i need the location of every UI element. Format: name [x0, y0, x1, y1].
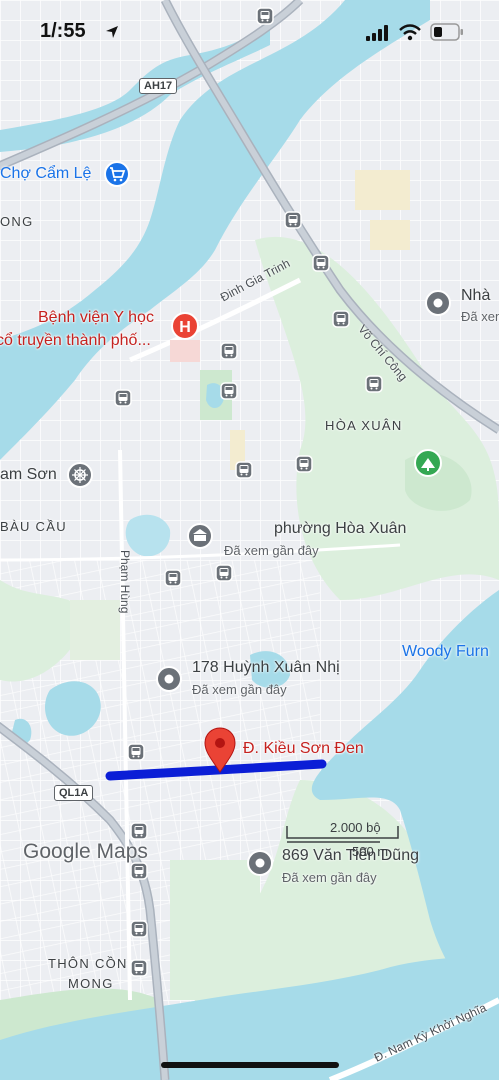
svg-text:H: H	[179, 319, 191, 336]
bus-stop-icon[interactable]	[220, 382, 238, 400]
poi-label-hospital-line1[interactable]: Bệnh viện Y học	[38, 307, 154, 329]
place-pin-icon[interactable]	[425, 290, 451, 316]
park-area	[170, 860, 260, 1000]
bus-stop-icon[interactable]	[127, 743, 145, 761]
battery-icon	[430, 23, 463, 41]
area-label-thon-con-2: MONG	[68, 976, 114, 991]
bus-stop-icon[interactable]	[130, 959, 148, 977]
bus-stop-icon[interactable]	[130, 862, 148, 880]
bus-stop-icon[interactable]	[130, 920, 148, 938]
poi-sub-phuong-hoa-xuan: Đã xem gần đây	[224, 543, 319, 558]
google-maps-logo: Google Maps	[23, 840, 148, 863]
highway-shield-ql1a: QL1A	[54, 785, 94, 801]
poi-label-huynh-xuan-nhi[interactable]: 178 Huỳnh Xuân Nhị	[192, 659, 340, 677]
bus-stop-icon[interactable]	[220, 342, 238, 360]
bus-stop-icon[interactable]	[284, 211, 302, 229]
place-pin-icon[interactable]	[247, 850, 273, 876]
location-arrow-icon	[106, 26, 118, 38]
poi-sub-huynh-xuan-nhi: Đã xem gần đây	[192, 682, 287, 697]
map-canvas[interactable]: H	[0, 0, 499, 1080]
status-bar: 1/:55	[0, 0, 499, 60]
poi-label-nam-son[interactable]: am Sơn	[0, 466, 57, 484]
bus-stop-icon[interactable]	[215, 564, 233, 582]
bus-stop-icon[interactable]	[164, 569, 182, 587]
bus-stop-icon[interactable]	[312, 254, 330, 272]
park-area	[70, 600, 120, 660]
poi-label-cho-cam-le[interactable]: Chợ Cẩm Lệ	[0, 165, 91, 183]
wheel-icon[interactable]	[67, 462, 93, 488]
poi-label-van-tien-dung[interactable]: 869 Văn Tiến Dũng	[282, 847, 419, 865]
bus-stop-icon[interactable]	[235, 461, 253, 479]
hospital-icon[interactable]: H	[171, 312, 199, 340]
area-label-bau-cau: BÀU CẦU	[0, 519, 67, 534]
area-label-ong: ONG	[0, 214, 34, 229]
street-label-pham-hung: Phạm Hùng	[118, 550, 132, 614]
status-time: 1/:55	[40, 20, 86, 42]
poi-label-nha[interactable]: Nhà	[461, 287, 490, 305]
bus-stop-icon[interactable]	[130, 822, 148, 840]
bus-stop-icon[interactable]	[365, 375, 383, 393]
poi-sub-van-tien-dung: Đã xem gần đây	[282, 870, 377, 885]
bus-stop-icon[interactable]	[114, 389, 132, 407]
poi-label-hospital-line2[interactable]: cổ truyền thành phố...	[0, 330, 151, 352]
poi-sub-nha: Đã xem	[461, 309, 499, 324]
poi-label-phuong-hoa-xuan[interactable]: phường Hòa Xuân	[274, 520, 406, 538]
home-indicator[interactable]	[161, 1062, 339, 1068]
highway-shield-ah17: AH17	[139, 78, 178, 94]
poi-label-woody[interactable]: Woody Furn	[402, 643, 489, 661]
area-label-hoa-xuan: HÒA XUÂN	[325, 418, 403, 433]
monument-icon[interactable]	[187, 523, 213, 549]
shopping-cart-icon[interactable]	[104, 161, 130, 187]
area-label-thon-con-1: THÔN CỒN	[48, 956, 128, 971]
scale-label-imperial: 2.000 bộ	[330, 820, 381, 835]
signal-icon	[366, 25, 388, 41]
scale-label-metric: 500 m	[352, 844, 389, 859]
bus-stop-icon[interactable]	[332, 310, 350, 328]
place-pin-icon[interactable]	[156, 666, 182, 692]
wifi-icon	[399, 24, 421, 41]
bus-stop-icon[interactable]	[295, 455, 313, 473]
poi-label-kieu-son-den[interactable]: Đ. Kiều Sơn Đen	[243, 738, 364, 760]
park-icon[interactable]	[414, 449, 442, 477]
